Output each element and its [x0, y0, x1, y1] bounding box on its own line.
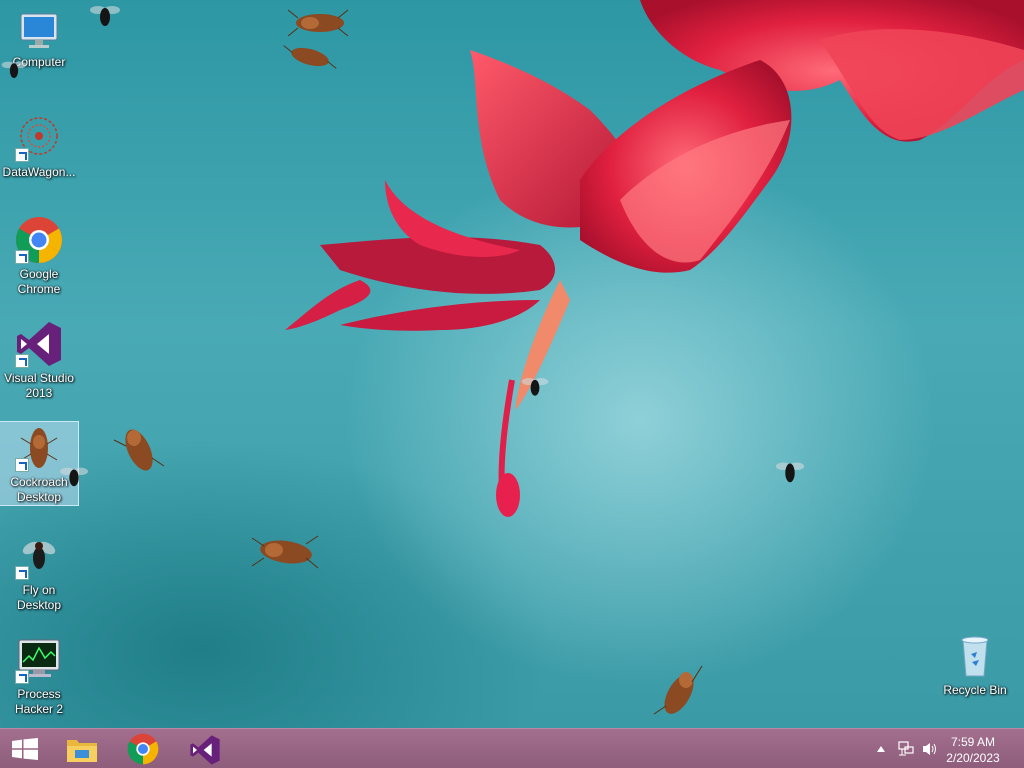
show-hidden-icons-button[interactable] [874, 729, 888, 768]
chevron-up-icon [877, 746, 885, 752]
fly-sprite-icon[interactable] [0, 54, 28, 84]
taskbar-file-explorer[interactable] [52, 729, 114, 768]
shortcut-arrow-icon [15, 670, 29, 684]
fly-icon [15, 532, 63, 580]
windows-start-icon [12, 738, 38, 760]
recycle-bin-icon [951, 632, 999, 680]
icon-label: Visual Studio 2013 [4, 371, 74, 400]
fly-sprite-icon[interactable] [88, 0, 122, 30]
datawagon-icon [15, 114, 63, 162]
visual-studio-icon [15, 320, 63, 368]
taskbar-visual-studio[interactable] [174, 729, 236, 768]
icon-label: Fly on Desktop [16, 583, 62, 612]
desktop-icon-chrome[interactable]: Google Chrome [0, 210, 78, 297]
taskbar: 7:59 AM 2/20/2023 [0, 728, 1024, 768]
cockroach-icon [15, 424, 63, 472]
computer-icon [15, 10, 63, 52]
shortcut-arrow-icon [15, 354, 29, 368]
desktop-icon-visual-studio[interactable]: Visual Studio 2013 [0, 314, 78, 401]
fly-sprite-icon[interactable] [520, 372, 550, 400]
desktop-icon-fly[interactable]: Fly on Desktop [0, 526, 78, 613]
fly-sprite-icon[interactable] [774, 454, 806, 488]
cockroach-sprite-icon[interactable] [112, 418, 166, 478]
clock[interactable]: 7:59 AM 2/20/2023 [938, 734, 1008, 768]
chrome-icon [15, 216, 63, 264]
clock-date: 2/20/2023 [946, 751, 1000, 765]
taskbar-chrome[interactable] [112, 729, 174, 768]
shortcut-arrow-icon [15, 148, 29, 162]
shortcut-arrow-icon [15, 566, 29, 580]
desktop[interactable]: Computer DataWagon... Google Chrome Visu… [0, 0, 1024, 728]
clock-time: 7:59 AM [950, 735, 996, 749]
wallpaper-flower [285, 0, 1024, 517]
desktop-icon-process-hacker[interactable]: Process Hacker 2 [0, 630, 78, 717]
icon-label: Recycle Bin [943, 683, 1007, 697]
start-button[interactable] [0, 729, 50, 768]
icon-label: Process Hacker 2 [14, 687, 64, 716]
cockroach-sprite-icon[interactable] [250, 530, 320, 574]
fly-sprite-icon[interactable] [58, 462, 90, 490]
icon-label: Google Chrome [17, 267, 61, 296]
process-hacker-icon [15, 636, 63, 684]
cockroach-sprite-icon[interactable] [288, 8, 352, 38]
desktop-icon-recycle-bin[interactable]: Recycle Bin [936, 626, 1014, 698]
volume-button[interactable] [920, 729, 940, 768]
desktop-icon-datawagon[interactable]: DataWagon... [0, 108, 78, 180]
chrome-icon [127, 733, 159, 765]
cockroach-sprite-icon[interactable] [282, 40, 338, 74]
visual-studio-icon [190, 735, 220, 765]
file-explorer-icon [67, 740, 97, 762]
network-button[interactable] [896, 729, 916, 768]
network-icon [898, 741, 914, 756]
shortcut-arrow-icon [15, 458, 29, 472]
speaker-icon [923, 743, 936, 755]
icon-label: DataWagon... [2, 165, 76, 179]
shortcut-arrow-icon [15, 250, 29, 264]
cockroach-sprite-icon[interactable] [652, 662, 706, 724]
